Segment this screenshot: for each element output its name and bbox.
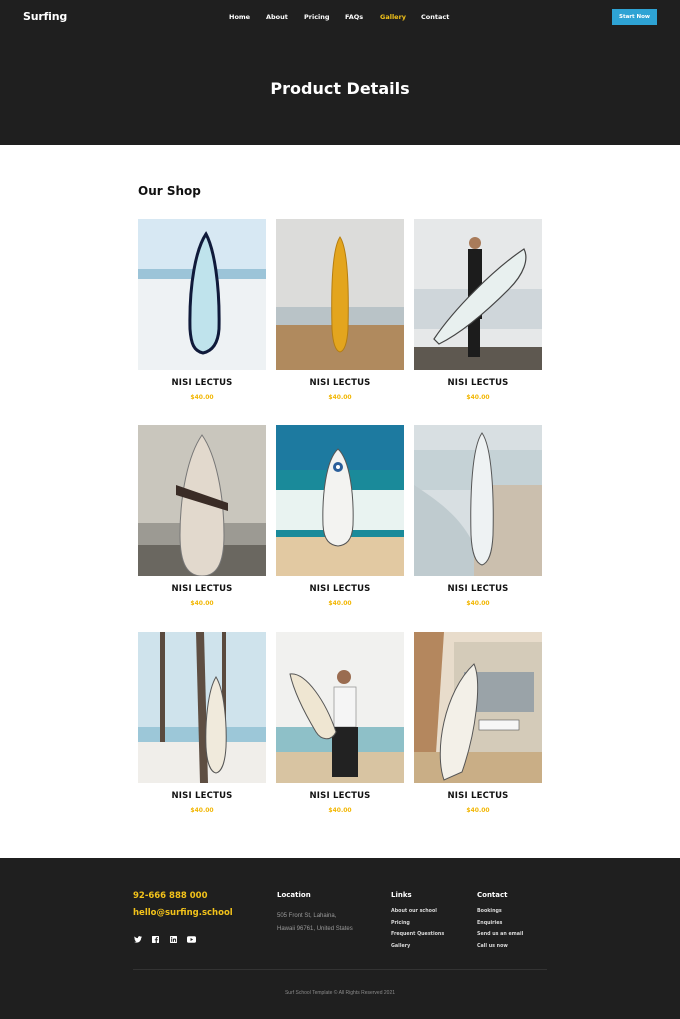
- product-card[interactable]: NISI LECTUS $40.00: [414, 632, 542, 814]
- footer-contact-link[interactable]: Enquiries: [477, 918, 523, 930]
- product-price: $40.00: [466, 394, 490, 401]
- site-header: Surfing Home About Pricing FAQs Gallery …: [0, 0, 680, 145]
- product-name[interactable]: NISI LECTUS: [276, 584, 404, 594]
- footer-link[interactable]: About our school: [391, 906, 444, 918]
- product-name[interactable]: NISI LECTUS: [414, 378, 542, 388]
- nav-about[interactable]: About: [266, 13, 288, 21]
- address-line: 505 Front St, Lahaina,: [277, 913, 337, 919]
- product-card[interactable]: NISI LECTUS $40.00: [276, 425, 404, 607]
- nav-faqs[interactable]: FAQs: [345, 13, 363, 21]
- footer-phone[interactable]: 92-666 888 000: [133, 891, 208, 901]
- product-card[interactable]: NISI LECTUS $40.00: [414, 219, 542, 401]
- product-price: $40.00: [328, 600, 352, 607]
- nav-pricing[interactable]: Pricing: [304, 13, 330, 21]
- nav-gallery[interactable]: Gallery: [380, 13, 406, 21]
- shop-heading: Our Shop: [138, 184, 201, 198]
- facebook-icon[interactable]: [151, 935, 160, 944]
- address-line: Hawaii 96761, United States: [277, 925, 353, 932]
- product-image[interactable]: [138, 219, 266, 370]
- product-image[interactable]: [276, 219, 404, 370]
- product-image[interactable]: [276, 425, 404, 576]
- product-image[interactable]: [138, 632, 266, 783]
- product-name[interactable]: NISI LECTUS: [414, 584, 542, 594]
- site-footer: 92-666 888 000 hello@surfing.school Loca…: [0, 858, 680, 1019]
- footer-link[interactable]: Gallery: [391, 941, 444, 953]
- footer-copyright: Surf School Template © All Rights Reserv…: [284, 990, 396, 996]
- footer-contact-link[interactable]: Send us an email: [477, 929, 523, 941]
- product-name[interactable]: NISI LECTUS: [138, 584, 266, 594]
- nav-contact[interactable]: Contact: [421, 13, 449, 21]
- product-price: $40.00: [466, 807, 490, 814]
- product-card[interactable]: NISI LECTUS $40.00: [138, 632, 266, 814]
- youtube-icon[interactable]: [187, 935, 196, 944]
- footer-contact-link[interactable]: Bookings: [477, 906, 523, 918]
- product-image[interactable]: [414, 219, 542, 370]
- footer-link[interactable]: Pricing: [391, 918, 444, 930]
- product-name[interactable]: NISI LECTUS: [276, 791, 404, 801]
- product-price: $40.00: [466, 600, 490, 607]
- footer-contact-link[interactable]: Call us now: [477, 941, 523, 953]
- nav-home[interactable]: Home: [229, 13, 250, 21]
- product-price: $40.00: [328, 394, 352, 401]
- product-price: $40.00: [190, 807, 214, 814]
- product-name[interactable]: NISI LECTUS: [414, 791, 542, 801]
- product-image[interactable]: [138, 425, 266, 576]
- footer-contact-list: Bookings Enquiries Send us an email Call…: [477, 906, 523, 952]
- twitter-icon[interactable]: [133, 935, 142, 944]
- product-card[interactable]: NISI LECTUS $40.00: [276, 632, 404, 814]
- product-name[interactable]: NISI LECTUS: [138, 378, 266, 388]
- footer-links-title: Links: [391, 891, 412, 899]
- product-image[interactable]: [276, 632, 404, 783]
- footer-address: 505 Front St, Lahaina, Hawaii 96761, Uni…: [277, 910, 353, 935]
- product-card[interactable]: NISI LECTUS $40.00: [276, 219, 404, 401]
- product-name[interactable]: NISI LECTUS: [138, 791, 266, 801]
- product-card[interactable]: NISI LECTUS $40.00: [138, 425, 266, 607]
- footer-location-title: Location: [277, 891, 311, 899]
- main-nav: Home About Pricing FAQs Gallery Contact: [0, 13, 680, 23]
- footer-links-list: About our school Pricing Frequent Questi…: [391, 906, 444, 952]
- footer-divider: [133, 969, 547, 970]
- social-links: [133, 935, 196, 944]
- footer-link[interactable]: Frequent Questions: [391, 929, 444, 941]
- product-price: $40.00: [190, 394, 214, 401]
- footer-email[interactable]: hello@surfing.school: [133, 908, 233, 918]
- product-price: $40.00: [190, 600, 214, 607]
- product-price: $40.00: [328, 807, 352, 814]
- page-title: Product Details: [270, 79, 410, 98]
- product-image[interactable]: [414, 425, 542, 576]
- product-card[interactable]: NISI LECTUS $40.00: [414, 425, 542, 607]
- product-card[interactable]: NISI LECTUS $40.00: [138, 219, 266, 401]
- linkedin-icon[interactable]: [169, 935, 178, 944]
- product-name[interactable]: NISI LECTUS: [276, 378, 404, 388]
- start-now-button[interactable]: Start Now: [612, 9, 657, 25]
- footer-contact-title: Contact: [477, 891, 508, 899]
- product-image[interactable]: [414, 632, 542, 783]
